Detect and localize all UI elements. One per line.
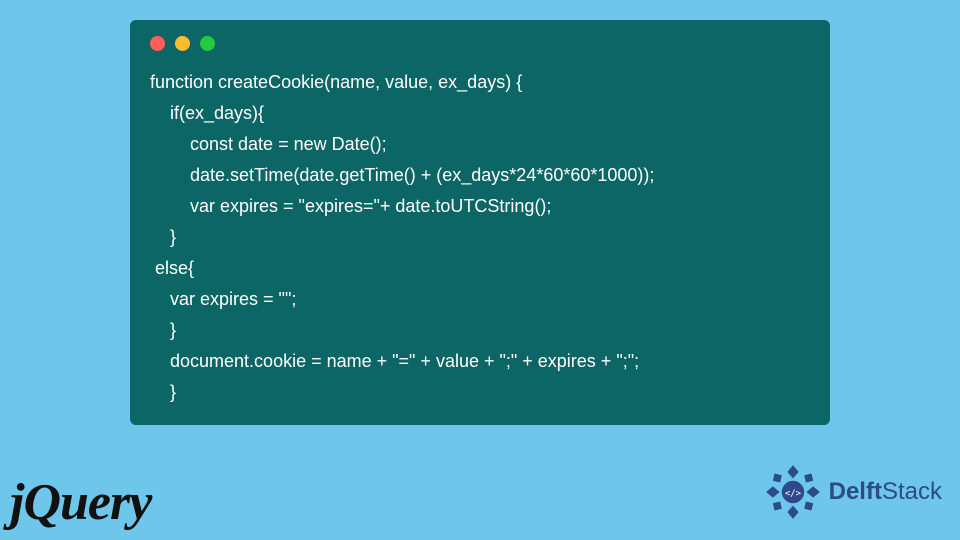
jquery-logo: jQuery bbox=[10, 473, 151, 532]
window-traffic-lights bbox=[150, 36, 810, 51]
delftstack-logo: </> DelftStack bbox=[765, 464, 942, 520]
delftstack-mark-icon: </> bbox=[765, 464, 821, 520]
window-close-dot bbox=[150, 36, 165, 51]
delftstack-wordmark: DelftStack bbox=[829, 478, 942, 506]
window-minimize-dot bbox=[175, 36, 190, 51]
delftstack-suffix: Stack bbox=[882, 478, 942, 505]
window-maximize-dot bbox=[200, 36, 215, 51]
code-window: function createCookie(name, value, ex_da… bbox=[130, 20, 830, 425]
delftstack-prefix: Delft bbox=[829, 478, 882, 505]
code-block: function createCookie(name, value, ex_da… bbox=[150, 67, 810, 407]
svg-text:</>: </> bbox=[785, 489, 801, 499]
